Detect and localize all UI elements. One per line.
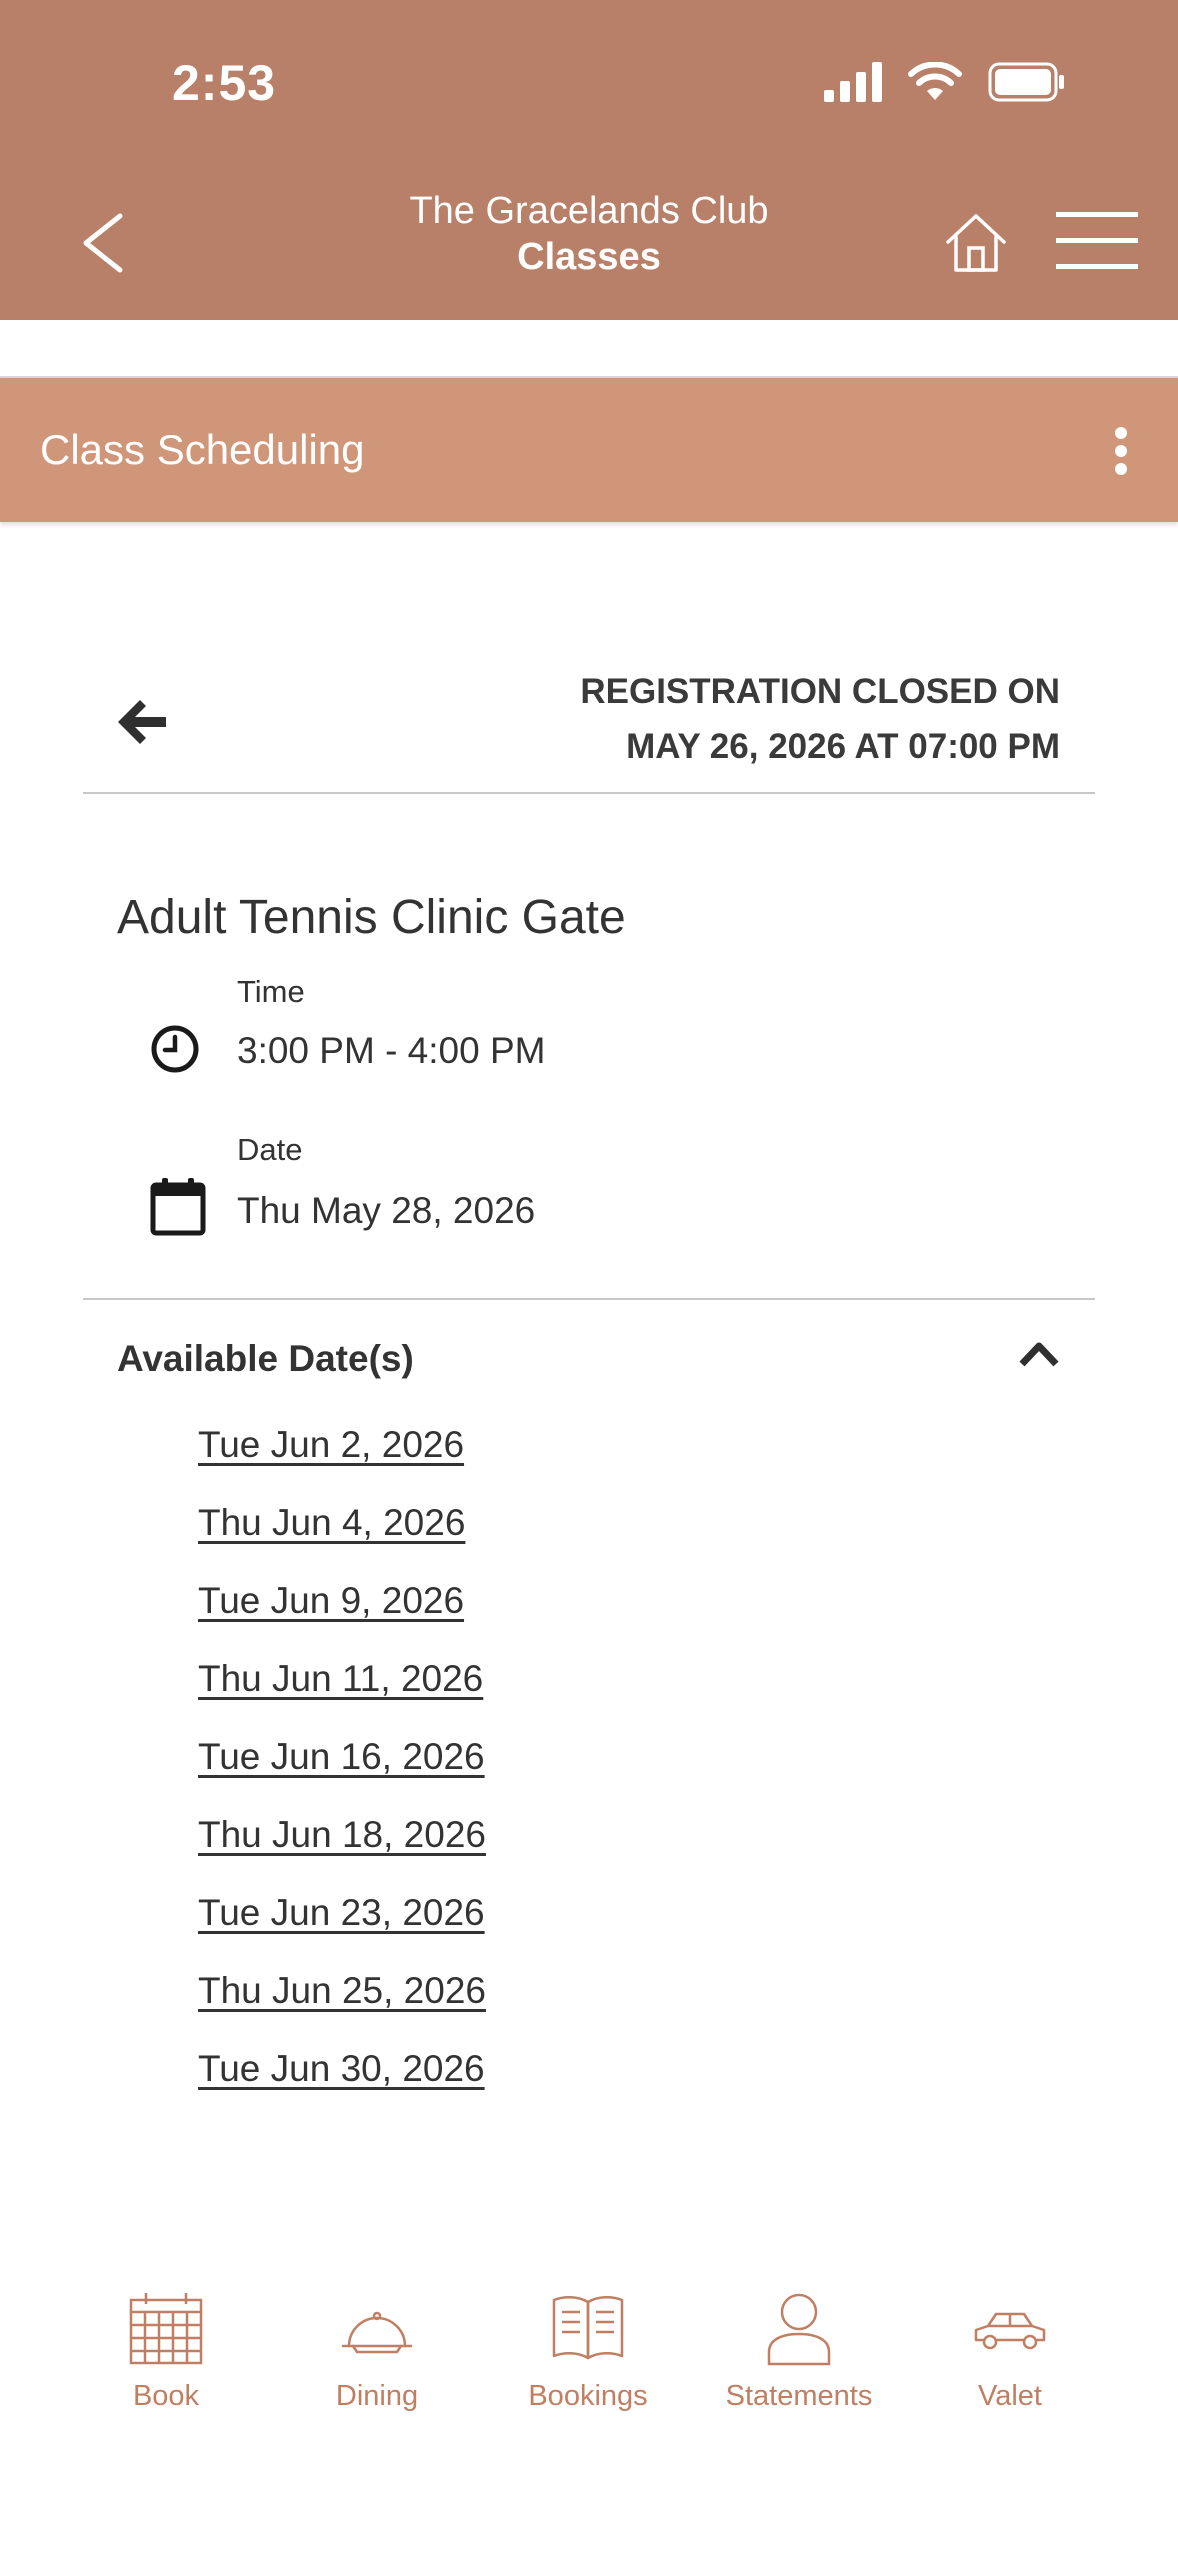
back-arrow-icon[interactable] — [116, 698, 168, 746]
date-link[interactable]: Tue Jun 9, 2026 — [198, 1580, 464, 1621]
list-item: Tue Jun 30, 2026 — [198, 2048, 486, 2126]
nav-label: Valet — [978, 2380, 1042, 2412]
signal-icon — [824, 62, 882, 102]
nav-book[interactable]: Book — [66, 2290, 266, 2413]
clock-icon — [151, 1025, 199, 1073]
nav-statements[interactable]: Statements — [699, 2290, 899, 2413]
time-label: Time — [237, 974, 305, 1009]
divider — [83, 792, 1095, 794]
section-bar: Class Scheduling — [0, 378, 1178, 522]
list-item: Tue Jun 23, 2026 — [198, 1892, 486, 1970]
date-link[interactable]: Tue Jun 2, 2026 — [198, 1424, 464, 1465]
date-link[interactable]: Tue Jun 16, 2026 — [198, 1736, 485, 1777]
wifi-icon — [908, 62, 962, 100]
date-link[interactable]: Tue Jun 30, 2026 — [198, 2048, 485, 2089]
date-link[interactable]: Thu Jun 18, 2026 — [198, 1814, 486, 1855]
nav-valet[interactable]: Valet — [910, 2290, 1110, 2413]
registration-line-2: MAY 26, 2026 AT 07:00 PM — [626, 727, 1060, 766]
menu-icon[interactable] — [1056, 210, 1138, 272]
nav-label: Book — [132, 2380, 200, 2412]
nav-label: Dining — [335, 2380, 419, 2412]
list-item: Thu Jun 11, 2026 — [198, 1658, 486, 1736]
chevron-up-icon[interactable] — [1018, 1340, 1060, 1368]
calendar-grid-icon — [129, 2293, 203, 2365]
home-icon[interactable] — [944, 212, 1008, 274]
nav-dining[interactable]: Dining — [277, 2290, 477, 2413]
class-title: Adult Tennis Clinic Gate — [117, 891, 626, 944]
list-item: Tue Jun 9, 2026 — [198, 1580, 486, 1658]
date-link[interactable]: Thu Jun 11, 2026 — [198, 1658, 483, 1699]
open-book-icon — [552, 2296, 624, 2360]
list-item: Tue Jun 16, 2026 — [198, 1736, 486, 1814]
cloche-icon — [341, 2311, 413, 2354]
car-icon — [974, 2312, 1046, 2350]
date-label: Date — [237, 1132, 303, 1167]
more-options-icon[interactable] — [1114, 426, 1128, 476]
date-value: Thu May 28, 2026 — [237, 1190, 536, 1231]
list-item: Thu Jun 25, 2026 — [198, 1970, 486, 2048]
battery-icon — [988, 62, 1064, 102]
registration-status: REGISTRATION CLOSED ON MAY 26, 2026 AT 0… — [580, 664, 1060, 774]
time-value: 3:00 PM - 4:00 PM — [237, 1030, 546, 1071]
status-icons — [824, 62, 1066, 102]
bottom-nav: Book Dining Bookings Statements Valet — [0, 2290, 1178, 2470]
date-link[interactable]: Tue Jun 23, 2026 — [198, 1892, 485, 1933]
nav-label: Bookings — [528, 2380, 648, 2412]
list-item: Thu Jun 4, 2026 — [198, 1502, 486, 1580]
person-icon — [767, 2293, 831, 2366]
available-dates-list: Tue Jun 2, 2026 Thu Jun 4, 2026 Tue Jun … — [198, 1424, 486, 2126]
app-header: 2:53 The Gracelands Club Classes — [0, 0, 1178, 320]
date-link[interactable]: Thu Jun 25, 2026 — [198, 1970, 486, 2011]
date-link[interactable]: Thu Jun 4, 2026 — [198, 1502, 465, 1543]
nav-label: Statements — [725, 2380, 873, 2412]
nav-bookings[interactable]: Bookings — [488, 2290, 688, 2413]
list-item: Tue Jun 2, 2026 — [198, 1424, 486, 1502]
registration-line-1: REGISTRATION CLOSED ON — [580, 672, 1060, 711]
available-dates-title[interactable]: Available Date(s) — [117, 1338, 414, 1380]
calendar-icon — [150, 1178, 206, 1236]
divider — [83, 1298, 1095, 1300]
section-title: Class Scheduling — [40, 426, 365, 473]
header-spacer — [0, 320, 1178, 379]
status-time: 2:53 — [172, 55, 277, 111]
list-item: Thu Jun 18, 2026 — [198, 1814, 486, 1892]
